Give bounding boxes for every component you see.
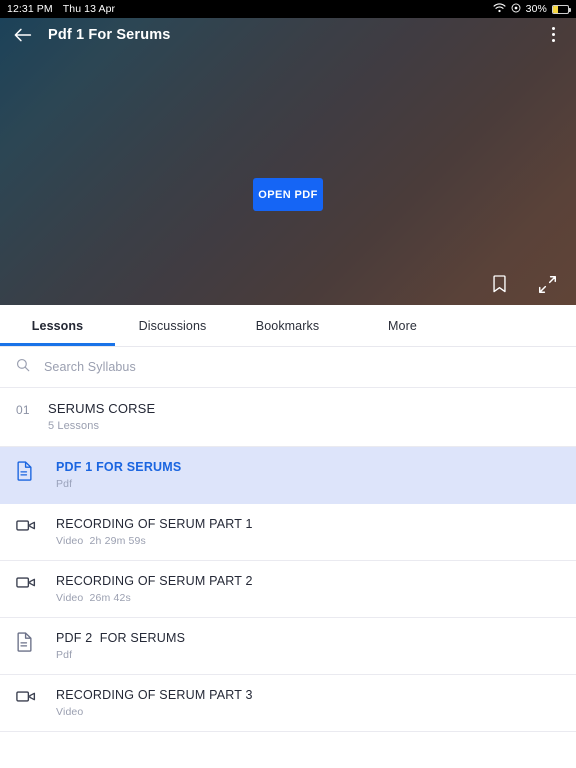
tab-discussions[interactable]: Discussions <box>115 305 230 347</box>
status-time: 12:31 PM <box>7 3 53 15</box>
search-icon <box>16 358 30 377</box>
list-item-body: PDF 1 FOR SERUMS Pdf <box>56 460 560 490</box>
page-title: Pdf 1 For Serums <box>48 26 171 43</box>
location-icon <box>511 3 521 16</box>
video-camera-icon <box>16 688 56 704</box>
battery-percent: 30% <box>525 3 547 15</box>
syllabus-section-header[interactable]: 01 SERUMS CORSE 5 Lessons <box>0 388 576 447</box>
section-number: 01 <box>16 403 30 417</box>
list-item-title: RECORDING OF SERUM PART 3 <box>56 688 253 702</box>
syllabus-list: 01 SERUMS CORSE 5 Lessons PDF 1 FOR SERU… <box>0 388 576 768</box>
list-item[interactable]: PDF 2 FOR SERUMS Pdf <box>0 618 576 675</box>
status-bar: 12:31 PM Thu 13 Apr 30% <box>0 0 576 18</box>
tab-active-indicator <box>0 343 115 346</box>
list-item[interactable]: RECORDING OF SERUM PART 3 Video <box>0 675 576 732</box>
section-lesson-count: 5 Lessons <box>48 420 100 432</box>
back-arrow-icon[interactable] <box>13 27 32 43</box>
kebab-menu-icon[interactable] <box>542 24 564 46</box>
video-camera-icon <box>16 517 56 533</box>
bookmark-icon[interactable] <box>486 271 512 297</box>
open-pdf-button[interactable]: OPEN PDF <box>253 178 323 211</box>
fullscreen-expand-icon[interactable] <box>534 271 560 297</box>
hero-banner: OPEN PDF <box>0 18 576 305</box>
tab-bookmarks[interactable]: Bookmarks <box>230 305 345 347</box>
status-date: Thu 13 Apr <box>62 3 116 15</box>
list-item-meta: Video 26m 42s <box>56 592 131 604</box>
list-item-title: RECORDING OF SERUM PART 2 <box>56 574 253 588</box>
list-item-body: RECORDING OF SERUM PART 2 Video 26m 42s <box>56 574 560 604</box>
tab-more[interactable]: More <box>345 305 460 347</box>
status-bar-right: 30% <box>493 2 571 16</box>
list-item[interactable]: PDF 1 FOR SERUMS Pdf <box>0 447 576 504</box>
section-text: SERUMS CORSE 5 Lessons <box>48 401 155 432</box>
list-item-title: PDF 1 FOR SERUMS <box>56 460 182 474</box>
pdf-document-icon <box>16 631 56 652</box>
list-item-meta: Pdf <box>56 649 73 661</box>
battery-icon <box>552 4 571 14</box>
list-item[interactable]: RECORDING OF SERUM PART 1 Video 2h 29m 5… <box>0 504 576 561</box>
video-camera-icon <box>16 574 56 590</box>
list-item[interactable]: RECORDING OF SERUM PART 2 Video 26m 42s <box>0 561 576 618</box>
list-item-meta: Video 2h 29m 59s <box>56 535 146 547</box>
list-item-title: RECORDING OF SERUM PART 1 <box>56 517 253 531</box>
tab-bar: Lessons Discussions Bookmarks More <box>0 305 576 347</box>
tab-lessons[interactable]: Lessons <box>0 305 115 347</box>
hero-action-bar <box>486 271 560 297</box>
list-item-meta: Video <box>56 706 84 718</box>
status-bar-left: 12:31 PM Thu 13 Apr <box>7 3 115 15</box>
section-title: SERUMS CORSE <box>48 401 156 416</box>
app-root: 12:31 PM Thu 13 Apr 30% Pdf 1 For Serums… <box>0 0 576 768</box>
list-item-body: PDF 2 FOR SERUMS Pdf <box>56 631 560 661</box>
list-item-title: PDF 2 FOR SERUMS <box>56 631 186 645</box>
search-bar[interactable]: Search Syllabus <box>0 347 576 388</box>
app-bar: Pdf 1 For Serums <box>0 18 576 51</box>
pdf-document-icon <box>16 460 56 481</box>
list-item-body: RECORDING OF SERUM PART 3 Video <box>56 688 560 718</box>
search-input[interactable]: Search Syllabus <box>44 360 136 374</box>
list-item-body: RECORDING OF SERUM PART 1 Video 2h 29m 5… <box>56 517 560 547</box>
list-item-meta: Pdf <box>56 478 73 490</box>
app-bar-left: Pdf 1 For Serums <box>13 27 170 43</box>
wifi-icon <box>493 2 506 16</box>
